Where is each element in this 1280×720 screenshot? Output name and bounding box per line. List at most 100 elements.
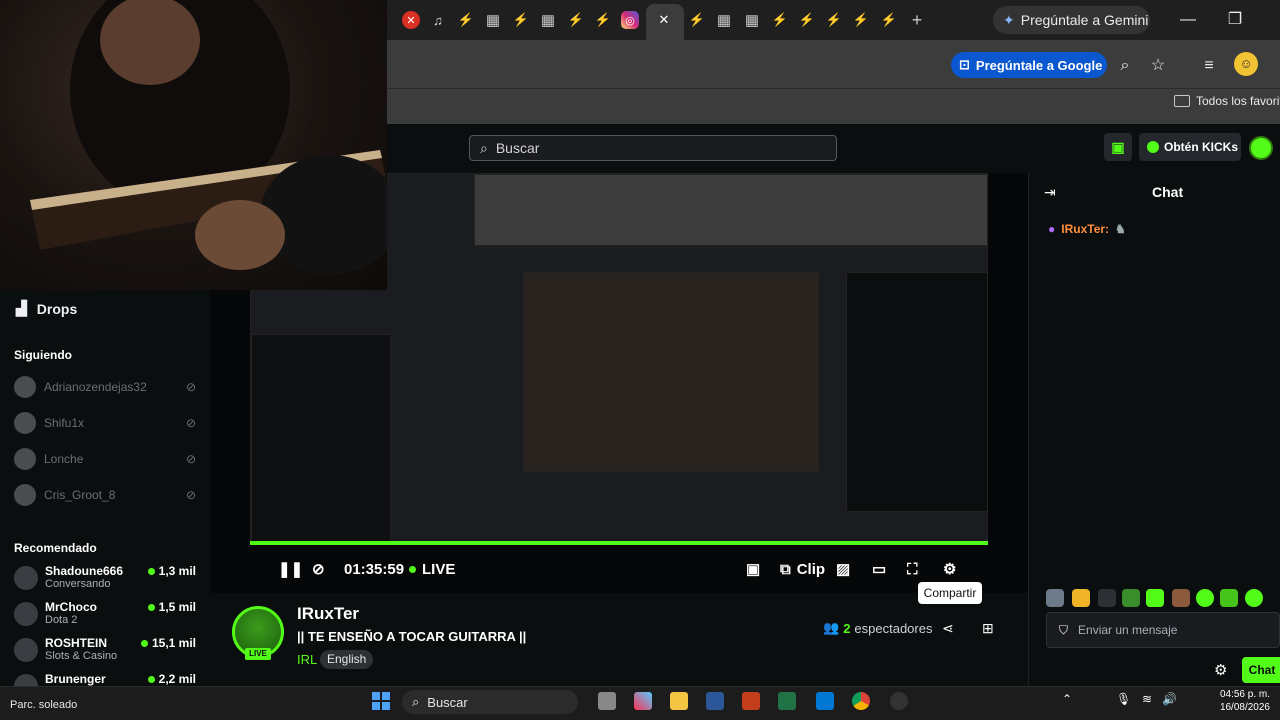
following-item[interactable]: Cris_Groot_8 ⊘ xyxy=(14,484,196,506)
taskbar-search[interactable]: ⌕ Buscar xyxy=(402,690,578,714)
volume-icon[interactable]: 🔊 xyxy=(1162,692,1177,706)
emote-icon[interactable] xyxy=(1122,589,1140,607)
category-link[interactable]: IRL xyxy=(297,652,317,667)
bookmark-star-icon[interactable]: ☆ xyxy=(1147,55,1169,77)
tab-icon-kick[interactable]: ⚡ xyxy=(594,11,612,29)
gemini-icon: ✦ xyxy=(1003,11,1015,28)
tab-icon-grid[interactable]: ▦ xyxy=(743,11,761,29)
powerpoint-icon[interactable] xyxy=(742,692,760,710)
tab-icon-kick[interactable]: ⚡ xyxy=(457,11,475,29)
chat-input[interactable]: ⛉ Enviar un mensaje xyxy=(1046,612,1280,648)
instagram-icon[interactable]: ◎ xyxy=(621,11,639,29)
zoom-icon[interactable]: ⌕ xyxy=(1114,55,1136,77)
new-tab-icon[interactable]: + xyxy=(908,10,926,30)
tab-icon-record[interactable]: ✕ xyxy=(402,11,420,29)
viewer-count: 👥 2 espectadores xyxy=(823,620,932,636)
following-item[interactable]: Lonche ⊘ xyxy=(14,448,196,470)
get-kicks-button[interactable]: Obtén KICKs xyxy=(1139,133,1241,161)
gift-subs-icon[interactable]: ⊞ xyxy=(982,620,994,637)
restore-icon[interactable]: ❐ xyxy=(1223,8,1247,32)
progress-bar[interactable] xyxy=(250,541,988,545)
live-indicator[interactable]: LIVE xyxy=(409,559,455,579)
chrome-icon[interactable] xyxy=(852,692,870,710)
tab-icon-kick[interactable]: ⚡ xyxy=(825,11,843,29)
streamer-name[interactable]: IRuxTer xyxy=(297,604,359,624)
nested-sidebar xyxy=(251,334,391,542)
chat-username[interactable]: IRuxTer: xyxy=(1061,222,1109,236)
emote-icon[interactable] xyxy=(1196,589,1214,607)
ask-google-button[interactable]: ⊡ Pregúntale a Google xyxy=(951,52,1107,78)
profile-avatar[interactable]: ☺ xyxy=(1234,52,1258,76)
user-avatar[interactable] xyxy=(1249,136,1273,160)
close-tab-icon[interactable]: ✕ xyxy=(655,11,673,29)
clip-button[interactable]: ⧉ Clip xyxy=(780,559,825,579)
channel-category: Slots & Casino xyxy=(45,650,118,662)
ask-google-label: Pregúntale a Google xyxy=(975,57,1103,73)
emote-icon[interactable] xyxy=(1245,589,1263,607)
mute-icon[interactable]: ⊘ xyxy=(312,559,325,579)
chat-settings-icon[interactable]: ⚙ xyxy=(1214,661,1227,679)
tab-icon-grid[interactable]: ▦ xyxy=(484,11,502,29)
viewer-count: 2,2 mil xyxy=(158,672,196,686)
send-chat-button[interactable]: Chat xyxy=(1242,657,1280,683)
following-name: Lonche xyxy=(44,452,84,466)
media-control-icon[interactable]: ≡ xyxy=(1198,55,1220,77)
minimize-icon[interactable]: — xyxy=(1176,8,1200,32)
sidebar-item-drops[interactable]: ▟ Drops xyxy=(16,300,77,317)
live-dot xyxy=(147,567,155,575)
file-explorer-icon[interactable] xyxy=(670,692,688,710)
fullscreen-icon[interactable]: ⛶ xyxy=(907,559,918,579)
tab-icon-kick[interactable]: ⚡ xyxy=(688,11,706,29)
app-icon[interactable] xyxy=(890,692,908,710)
emote-icon[interactable] xyxy=(1146,589,1164,607)
tab-icon-kick[interactable]: ⚡ xyxy=(512,11,530,29)
outlook-icon[interactable] xyxy=(816,692,834,710)
emote-icon[interactable] xyxy=(1098,589,1116,607)
chat-message: ● IRuxTer: ♞ xyxy=(1048,222,1126,236)
copilot-icon[interactable] xyxy=(634,692,652,710)
language-tag[interactable]: English xyxy=(320,650,374,669)
nested-chat xyxy=(846,272,987,512)
wifi-icon[interactable]: ≋ xyxy=(1142,692,1152,706)
emote-icon[interactable] xyxy=(1046,589,1064,607)
task-view-icon[interactable] xyxy=(598,692,616,710)
search-input[interactable]: ⌕ Buscar xyxy=(469,135,837,161)
channel-name: Shadoune666 xyxy=(45,564,124,578)
weather-widget[interactable]: Parc. soleado xyxy=(10,699,77,711)
recommended-item[interactable]: MrChoco Dota 2 1,5 mil xyxy=(14,600,196,630)
microphone-icon[interactable]: 🎙 xyxy=(1116,692,1131,706)
following-item[interactable]: Shifu1x ⊘ xyxy=(14,412,196,434)
kick-gift-icon[interactable]: ▣ xyxy=(1104,133,1132,161)
excel-icon[interactable] xyxy=(778,692,796,710)
tab-icon-kick[interactable]: ⚡ xyxy=(771,11,789,29)
theater-mode-icon[interactable]: ▣ xyxy=(746,559,760,579)
viewer-count: 1,5 mil xyxy=(158,600,196,614)
recommended-item[interactable]: ROSHTEIN Slots & Casino 15,1 mil xyxy=(14,636,196,666)
miniplayer-icon[interactable]: ▭ xyxy=(872,559,886,579)
word-icon[interactable] xyxy=(706,692,724,710)
hide-chat-icon[interactable]: ▨ xyxy=(836,559,850,579)
tab-icon-kick[interactable]: ⚡ xyxy=(567,11,585,29)
pause-icon[interactable]: ❚❚ xyxy=(278,559,303,579)
tab-icon-kick[interactable]: ⚡ xyxy=(852,11,870,29)
settings-gear-icon[interactable]: ⚙ xyxy=(943,559,956,579)
windows-start-icon[interactable] xyxy=(372,692,390,710)
viewers-icon: 👥 xyxy=(823,620,840,635)
following-item[interactable]: Adrianozendejas32 ⊘ xyxy=(14,376,196,398)
emote-icon[interactable] xyxy=(1220,589,1238,607)
drops-icon: ▟ xyxy=(16,300,27,316)
all-bookmarks-button[interactable]: Todos los favoritos xyxy=(1174,94,1280,108)
tab-icon-grid[interactable]: ▦ xyxy=(715,11,733,29)
tab-icon-app[interactable]: ♫ xyxy=(429,11,447,29)
tab-icon-grid[interactable]: ▦ xyxy=(539,11,557,29)
taskbar-clock[interactable]: 04:56 p. m. 16/08/2026 xyxy=(1206,688,1270,714)
emote-icon[interactable] xyxy=(1072,589,1090,607)
share-icon[interactable]: ⋖ xyxy=(942,620,954,637)
emote-icon[interactable] xyxy=(1172,589,1190,607)
tab-icon-kick[interactable]: ⚡ xyxy=(798,11,816,29)
tab-icon-kick[interactable]: ⚡ xyxy=(880,11,898,29)
collapse-chat-icon[interactable]: ⇥ xyxy=(1044,184,1056,201)
recommended-item[interactable]: Shadoune666 Conversando 1,3 mil xyxy=(14,564,196,594)
gemini-button[interactable]: ✦ Pregúntale a Gemini xyxy=(993,6,1150,34)
tray-chevron-icon[interactable]: ⌃ xyxy=(1062,692,1072,706)
